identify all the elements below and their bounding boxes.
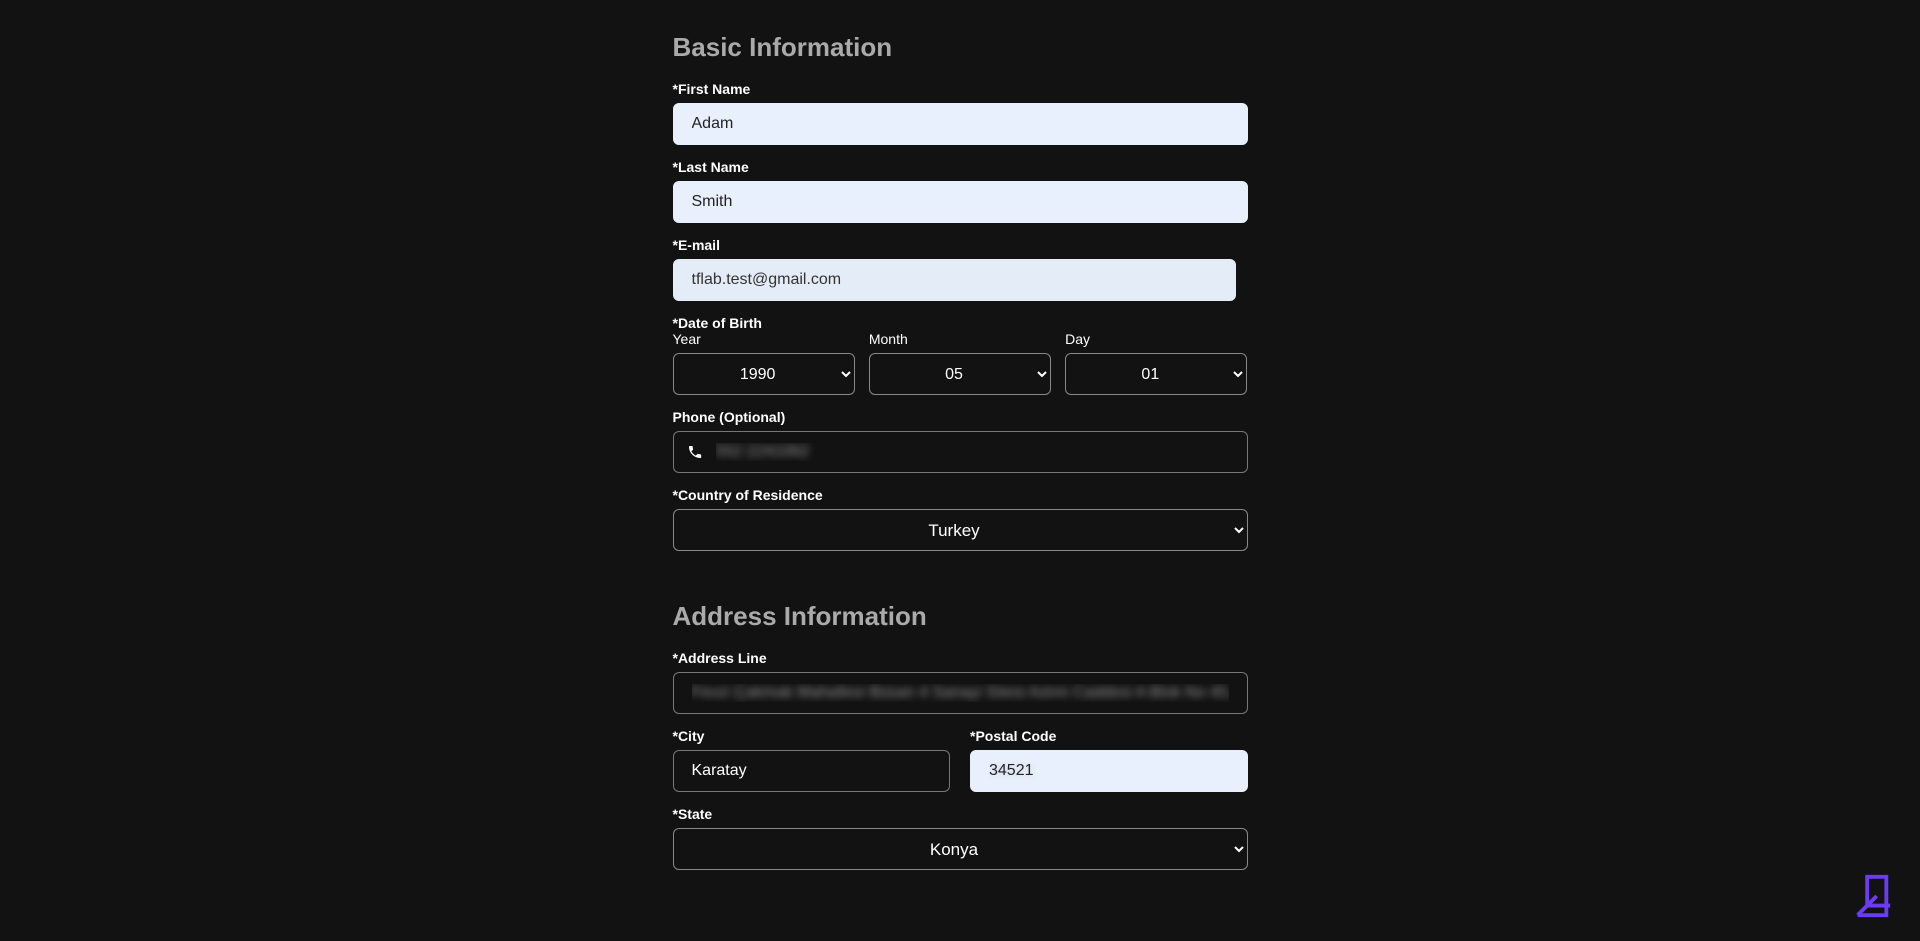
- field-address-line: *Address Line: [673, 650, 1248, 714]
- day-label: Day: [1065, 331, 1247, 347]
- state-select[interactable]: Konya: [673, 828, 1248, 870]
- field-last-name: *Last Name: [673, 159, 1248, 223]
- day-select[interactable]: 01: [1065, 353, 1247, 395]
- last-name-label: *Last Name: [673, 159, 1248, 175]
- phone-label: Phone (Optional): [673, 409, 1248, 425]
- form-container: Basic Information *First Name *Last Name…: [673, 0, 1248, 870]
- phone-icon: [687, 444, 703, 460]
- field-first-name: *First Name: [673, 81, 1248, 145]
- month-select[interactable]: 05: [869, 353, 1051, 395]
- year-select[interactable]: 1990: [673, 353, 855, 395]
- city-input[interactable]: [673, 750, 951, 792]
- postal-label: *Postal Code: [970, 728, 1248, 744]
- month-label: Month: [869, 331, 1051, 347]
- field-dob: *Date of Birth Year 1990 Month 05 Day 01: [673, 315, 1248, 395]
- country-label: *Country of Residence: [673, 487, 1248, 503]
- phone-input[interactable]: [673, 431, 1248, 473]
- field-phone: Phone (Optional): [673, 409, 1248, 473]
- postal-input[interactable]: [970, 750, 1248, 792]
- dob-label: *Date of Birth: [673, 315, 1248, 331]
- year-label: Year: [673, 331, 855, 347]
- first-name-input[interactable]: [673, 103, 1248, 145]
- address-line-label: *Address Line: [673, 650, 1248, 666]
- address-line-input[interactable]: [673, 672, 1248, 714]
- field-postal: *Postal Code: [970, 728, 1248, 792]
- field-email: *E-mail: [673, 237, 1248, 301]
- email-input[interactable]: [673, 259, 1236, 301]
- field-city: *City: [673, 728, 951, 792]
- first-name-label: *First Name: [673, 81, 1248, 97]
- field-country: *Country of Residence Turkey: [673, 487, 1248, 551]
- section-address-title: Address Information: [673, 601, 1248, 632]
- section-basic-title: Basic Information: [673, 32, 1248, 63]
- field-state: *State Konya: [673, 806, 1248, 870]
- state-label: *State: [673, 806, 1248, 822]
- last-name-input[interactable]: [673, 181, 1248, 223]
- email-label: *E-mail: [673, 237, 1248, 253]
- brand-logo-icon: [1848, 873, 1894, 919]
- country-select[interactable]: Turkey: [673, 509, 1248, 551]
- city-label: *City: [673, 728, 951, 744]
